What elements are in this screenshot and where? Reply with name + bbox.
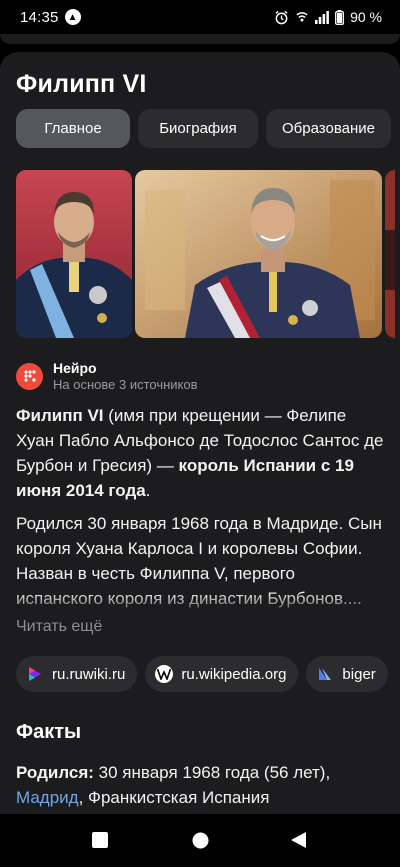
status-bar: 14:35 ▲ 90 % — [0, 0, 400, 34]
summary-end: . — [145, 481, 151, 500]
status-time: 14:35 — [20, 8, 59, 26]
sources-row: ru.ruwiki.ru ru.wikipedia.org biger — [16, 656, 388, 692]
fact-born-value: 30 января 1968 года (56 лет), — [93, 763, 331, 782]
fact-born-place-rest: , Франкистская Испания — [78, 788, 270, 807]
neiro-subtitle: На основе 3 источников — [53, 377, 198, 392]
entity-card: Филипп VI Главное Биография Образование — [0, 52, 400, 822]
wikipedia-icon — [155, 665, 174, 683]
signal-icon — [315, 10, 329, 24]
source-label-wikipedia: ru.wikipedia.org — [181, 665, 287, 683]
back-button[interactable] — [290, 831, 307, 854]
summary-paragraph-1: Филипп VI (имя при крещении — Фелипе Хуа… — [16, 403, 386, 503]
page-title: Филипп VI — [16, 70, 147, 98]
photo-gallery[interactable] — [16, 170, 395, 338]
neiro-source-header[interactable]: Нейро На основе 3 источников — [16, 360, 198, 392]
wifi-calling-icon — [295, 10, 309, 25]
neiro-logo-icon — [16, 362, 43, 390]
source-chip-biger[interactable]: biger — [306, 656, 388, 692]
fact-born: Родился: 30 января 1968 года (56 лет), Ма… — [16, 760, 386, 810]
gallery-photo-2[interactable] — [135, 170, 382, 338]
source-label-ruwiki: ru.ruwiki.ru — [52, 665, 126, 683]
facts-heading: Факты — [16, 721, 82, 743]
alarm-icon — [274, 10, 289, 25]
battery-icon — [335, 9, 345, 25]
tab-bar: Главное Биография Образование — [16, 109, 391, 148]
neiro-name: Нейро — [53, 360, 97, 376]
source-chip-ruwiki[interactable]: ru.ruwiki.ru — [16, 656, 138, 692]
fact-born-place-link[interactable]: Мадрид — [16, 788, 79, 807]
fact-born-label: Родился: — [16, 763, 94, 782]
recents-button[interactable] — [92, 832, 108, 853]
text-fade-overlay — [0, 592, 400, 618]
ruwiki-icon — [26, 665, 44, 683]
gallery-photo-3[interactable] — [385, 170, 395, 338]
battery-percent: 90 % — [350, 9, 382, 25]
source-chip-wikipedia[interactable]: ru.wikipedia.org — [145, 656, 299, 692]
biger-icon — [316, 665, 334, 683]
summary-name: Филипп VI — [16, 406, 104, 425]
navigation-app-icon: ▲ — [64, 9, 81, 25]
tab-main[interactable]: Главное — [16, 109, 130, 148]
tab-education[interactable]: Образование — [266, 109, 391, 148]
read-more-link[interactable]: Читать ещё — [16, 618, 102, 636]
system-navigation-bar — [0, 814, 400, 867]
previous-card-edge — [0, 34, 400, 44]
home-button[interactable] — [192, 832, 209, 854]
source-label-biger: biger — [342, 665, 376, 683]
gallery-photo-1[interactable] — [16, 170, 132, 338]
tab-biography[interactable]: Биография — [138, 109, 258, 148]
